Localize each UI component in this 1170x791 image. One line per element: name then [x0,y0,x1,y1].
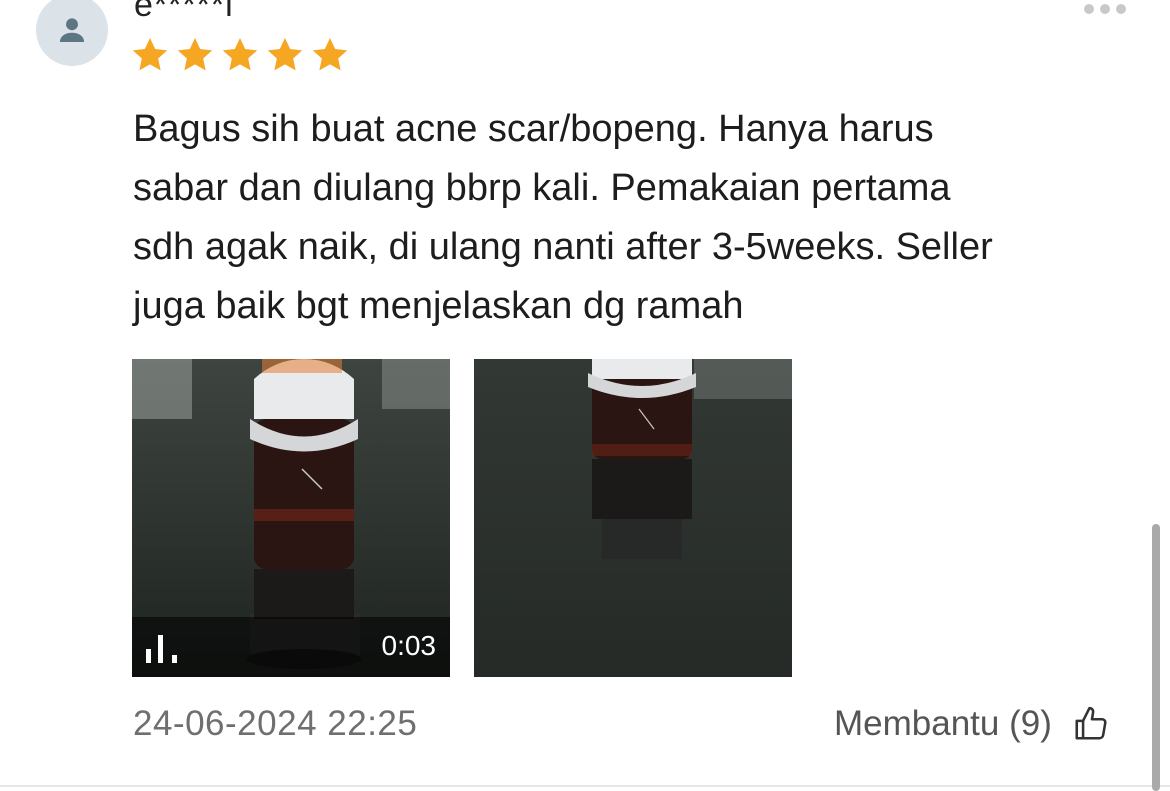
video-overlay-bar: 0:03 [132,617,450,677]
divider [0,785,1170,787]
review-text-line: sabar dan diulang bbrp kali. Pemakaian p… [133,167,951,209]
more-dots-icon [1084,4,1094,14]
more-dots-icon [1116,4,1126,14]
reviewer-name: e*****l [134,0,234,24]
review-photo-thumbnail[interactable] [474,359,792,677]
star-icon [177,38,213,71]
review-date: 24-06-2024 22:25 [133,704,418,743]
review-text-line: sdh agak naik, di ulang nanti after 3-5w… [133,226,993,268]
star-rating [130,35,350,75]
helpful-label: Membantu (9) [834,704,1052,743]
user-silhouette-icon [59,18,85,43]
review-video-thumbnail[interactable]: 0:03 [132,359,450,677]
review-text: Bagus sih buat acne scar/bopeng. Hanya h… [133,100,1133,336]
product-bottle-image [474,359,792,677]
star-icon [267,38,303,71]
review-text-line: Bagus sih buat acne scar/bopeng. Hanya h… [133,108,934,150]
star-icon [132,38,168,71]
more-options-button[interactable] [1084,4,1126,14]
avatar[interactable] [36,0,108,66]
star-icon [222,38,258,71]
more-dots-icon [1100,4,1110,14]
video-duration: 0:03 [381,630,437,661]
video-bars-icon [146,635,177,663]
thumbs-up-icon [1075,706,1107,740]
review-card: e*****l Bagus sih buat acne scar/bopeng.… [0,0,1170,791]
helpful-button[interactable]: Membantu (9) [834,704,1110,744]
scrollbar[interactable] [1152,524,1160,791]
star-icon [312,38,348,71]
review-text-line: juga baik bgt menjelaskan dg ramah [133,285,744,327]
